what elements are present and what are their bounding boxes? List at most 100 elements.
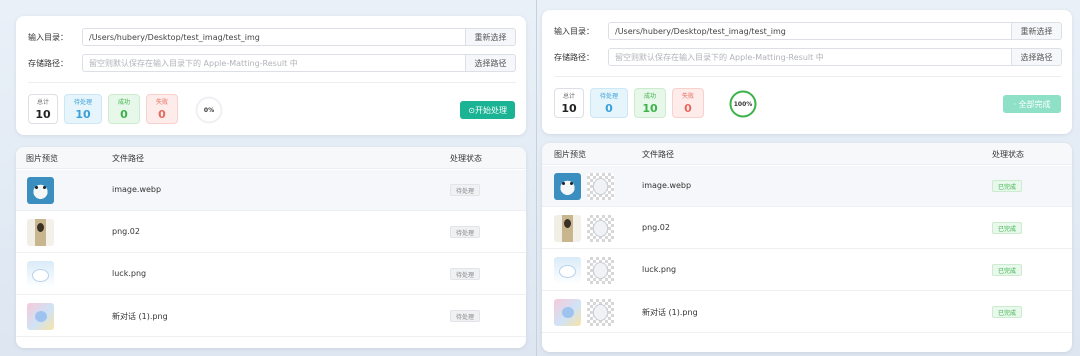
stat-pending-value: 10 [75,108,91,121]
save-path-field[interactable]: 留空则默认保存在输入目录下的 Apple-Matting-Result 中 [82,54,466,72]
status-badge: 待处理 [450,268,481,280]
preview-thumbnail [554,215,581,242]
stat-total-value: 10 [561,102,577,115]
input-dir-label: 输入目录： [554,26,594,36]
file-path: png.02 [642,223,670,232]
result-thumbnail [587,173,614,200]
divider [554,76,1062,77]
stats-group: 总计 10 待处理 10 成功 0 失败 0 [28,94,178,124]
left-window: 输入目录： /Users/hubery/Desktop/test_imag/te… [0,0,536,356]
reselect-button[interactable]: 重新选择 [466,28,516,46]
stat-success-label: 成功 [117,99,130,106]
result-thumbnail [587,299,614,326]
stat-failed-value: 0 [158,108,166,121]
file-path: luck.png [642,265,677,274]
file-path: 新对话 (1).png [112,312,168,321]
stat-total-label: 总计 [562,93,575,100]
status-badge: 待处理 [450,184,481,196]
stat-total: 总计 10 [554,88,584,118]
input-dir-field[interactable]: /Users/hubery/Desktop/test_imag/test_img [82,28,466,46]
stat-failed: 失败 0 [146,94,178,124]
stat-pending-value: 0 [605,102,613,115]
table-row[interactable]: luck.png 已完成 [542,250,1072,291]
table-row[interactable]: image.webp 待处理 [16,170,526,211]
reselect-button[interactable]: 重新选择 [1012,22,1062,40]
progress-percent: 0% [203,106,215,114]
input-dir-row: 输入目录： /Users/hubery/Desktop/test_imag/te… [554,22,1062,40]
stat-success: 成功 10 [634,88,666,118]
status-badge: 待处理 [450,226,481,238]
file-path: image.webp [642,181,692,190]
table-row[interactable]: luck.png 待处理 [16,254,526,295]
header-preview: 图片预览 [26,154,58,163]
file-path: image.webp [112,185,162,194]
save-path-row: 存储路径： 留空则默认保存在输入目录下的 Apple-Matting-Resul… [28,54,516,72]
settings-card: 输入目录： /Users/hubery/Desktop/test_imag/te… [542,10,1072,134]
save-path-label: 存储路径： [554,52,594,62]
save-path-row: 存储路径： 留空则默认保存在输入目录下的 Apple-Matting-Resul… [554,48,1062,66]
stat-success-value: 0 [120,108,128,121]
status-badge: 已完成 [992,180,1023,192]
preview-thumbnail [554,173,581,200]
save-path-label: 存储路径： [28,58,68,68]
header-status: 处理状态 [450,154,482,163]
result-thumbnail [587,215,614,242]
divider [28,82,516,83]
save-path-field[interactable]: 留空则默认保存在输入目录下的 Apple-Matting-Result 中 [608,48,1012,66]
input-dir-row: 输入目录： /Users/hubery/Desktop/test_imag/te… [28,28,516,46]
preview-thumbnail [27,261,54,288]
start-processing-button[interactable]: ⊙开始处理 [460,101,515,119]
input-dir-field[interactable]: /Users/hubery/Desktop/test_imag/test_img [608,22,1012,40]
table-row[interactable]: png.02 已完成 [542,208,1072,249]
choose-path-button[interactable]: 选择路径 [466,54,516,72]
status-badge: 已完成 [992,264,1023,276]
header-path: 文件路径 [112,154,144,163]
all-done-button[interactable]: · 全部完成 [1003,95,1061,113]
progress-ring: 100% [728,89,758,119]
file-path: 新对话 (1).png [642,308,698,317]
settings-card: 输入目录： /Users/hubery/Desktop/test_imag/te… [16,16,526,135]
stat-failed-value: 0 [684,102,692,115]
input-dir-label: 输入目录： [28,32,68,42]
status-badge: 已完成 [992,306,1023,318]
file-path: png.02 [112,227,140,236]
table-header: 图片预览 文件路径 处理状态 [16,147,526,169]
table-row[interactable]: 新对话 (1).png 待处理 [16,296,526,337]
table-row[interactable]: image.webp 已完成 [542,166,1072,207]
stat-pending-label: 待处理 [599,93,618,100]
stats-group: 总计 10 待处理 0 成功 10 失败 0 [554,88,704,118]
stat-pending: 待处理 0 [590,88,628,118]
stat-failed-label: 失败 [681,93,694,100]
stat-failed: 失败 0 [672,88,704,118]
header-status: 处理状态 [992,150,1024,159]
stat-pending-label: 待处理 [73,99,92,106]
preview-thumbnail [554,299,581,326]
stat-total: 总计 10 [28,94,58,124]
file-path: luck.png [112,269,147,278]
stat-pending: 待处理 10 [64,94,102,124]
stat-total-label: 总计 [36,99,49,106]
table-row[interactable]: png.02 待处理 [16,212,526,253]
preview-thumbnail [554,257,581,284]
table-row[interactable]: 新对话 (1).png 已完成 [542,292,1072,333]
stat-success-label: 成功 [643,93,656,100]
preview-thumbnail [27,219,54,246]
stat-success-value: 10 [642,102,658,115]
header-preview: 图片预览 [554,150,586,159]
stat-total-value: 10 [35,108,51,121]
progress-ring: 0% [194,95,224,125]
header-path: 文件路径 [642,150,674,159]
right-window: 输入目录： /Users/hubery/Desktop/test_imag/te… [537,0,1080,356]
result-thumbnail [587,257,614,284]
stat-failed-label: 失败 [155,99,168,106]
table-header: 图片预览 文件路径 处理状态 [542,143,1072,165]
preview-thumbnail [27,303,54,330]
stat-success: 成功 0 [108,94,140,124]
progress-percent: 100% [733,100,753,108]
preview-thumbnail [27,177,54,204]
file-table: 图片预览 文件路径 处理状态 image.webp 待处理 png.02 待处理… [16,147,526,348]
choose-path-button[interactable]: 选择路径 [1012,48,1062,66]
status-badge: 待处理 [450,310,481,322]
file-table: 图片预览 文件路径 处理状态 image.webp 已完成 png.02 已完成… [542,143,1072,352]
status-badge: 已完成 [992,222,1023,234]
